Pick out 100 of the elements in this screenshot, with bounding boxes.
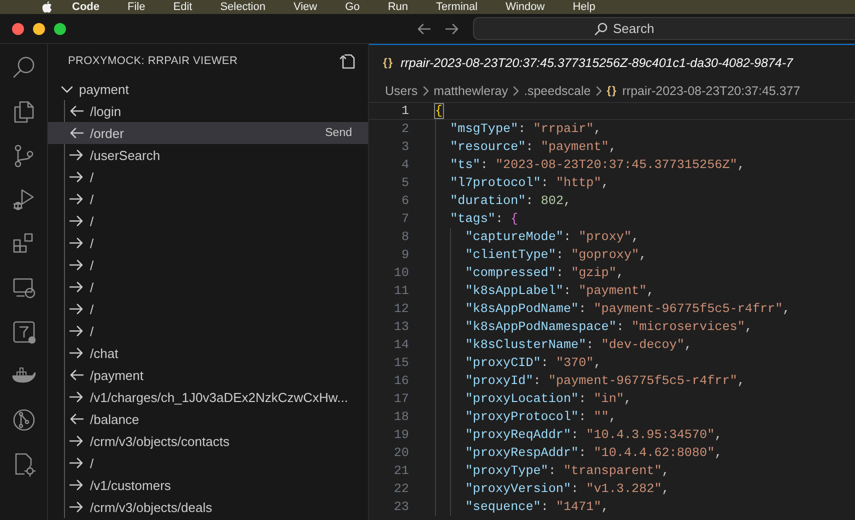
code-line: {: [434, 103, 444, 120]
tree-item[interactable]: /order Send: [48, 122, 368, 144]
breadcrumb-item[interactable]: Users: [385, 84, 418, 98]
line-number: 12: [392, 302, 409, 316]
minimize-button[interactable]: [33, 22, 45, 34]
json-file-icon: {}: [383, 56, 394, 68]
tree-item[interactable]: /: [48, 452, 368, 474]
right-arrow-icon: [69, 456, 84, 470]
activity-button[interactable]: [10, 319, 36, 345]
right-arrow-icon: [69, 280, 84, 294]
right-arrow-icon: [69, 346, 84, 360]
line-number: 18: [392, 410, 409, 424]
tree-item[interactable]: /: [48, 210, 368, 232]
left-arrow-icon: [69, 126, 84, 140]
line-number: 13: [392, 320, 409, 334]
line-number: 11: [392, 284, 409, 298]
menu-item[interactable]: View: [279, 0, 332, 14]
line-number: 21: [392, 464, 409, 478]
editor-tab[interactable]: {} rrpair-2023-08-23T20:37:45.377315256Z-89c401c1-da30-4082-9874-7: [369, 44, 855, 80]
back-arrow-icon: [417, 22, 432, 36]
tree-item[interactable]: /payment: [48, 364, 368, 386]
line-number: 17: [392, 392, 409, 406]
line-number: 22: [392, 482, 409, 496]
right-arrow-icon: [69, 192, 84, 206]
chevron-right-icon: [594, 85, 604, 97]
send-button[interactable]: Send: [325, 127, 352, 139]
left-arrow-icon: [69, 412, 84, 426]
tree-item[interactable]: /: [48, 298, 368, 320]
tree-item[interactable]: /balance: [48, 408, 368, 430]
search-field[interactable]: Search: [473, 17, 855, 40]
right-arrow-icon: [69, 214, 84, 228]
menu-item[interactable]: Run: [374, 0, 422, 14]
breadcrumb-item[interactable]: {} rrpair-2023-08-23T20:37:45.377: [606, 84, 800, 98]
line-number: 7: [400, 212, 409, 226]
line-number: 5: [400, 176, 409, 190]
right-arrow-icon: [69, 258, 84, 272]
right-arrow-icon: [69, 500, 84, 514]
tree-item[interactable]: /v1/customers: [48, 474, 368, 496]
tree-item[interactable]: /: [48, 188, 368, 210]
line-number: 3: [400, 140, 409, 154]
right-arrow-icon: [69, 236, 84, 250]
line-number: 9: [400, 248, 409, 262]
tree-square-icon: [10, 319, 36, 345]
line-number: 15: [392, 356, 409, 370]
menu-item[interactable]: Terminal: [422, 0, 492, 14]
left-arrow-icon: [69, 104, 84, 118]
back-button[interactable]: [417, 22, 432, 36]
right-arrow-icon: [69, 324, 84, 338]
tree-item[interactable]: /login: [48, 100, 368, 122]
run-debug-icon: [10, 187, 36, 213]
line-number: 20: [392, 446, 409, 460]
activity-button[interactable]: [10, 407, 36, 433]
tree-item[interactable]: /v1/charges/ch_1J0v3aDEx2NzkCzwCxHw...: [48, 386, 368, 408]
chevron-right-icon: [511, 85, 521, 97]
document-button[interactable]: [339, 52, 356, 70]
line-number: 10: [392, 266, 409, 280]
tree-item[interactable]: /: [48, 232, 368, 254]
line-number: 8: [400, 230, 409, 244]
right-arrow-icon: [69, 302, 84, 316]
right-arrow-icon: [69, 148, 84, 162]
tree-item[interactable]: /chat: [48, 342, 368, 364]
line-number: 16: [392, 374, 409, 388]
line-number: 2: [400, 122, 409, 136]
breadcrumb-item[interactable]: matthewleray: [434, 84, 508, 98]
right-arrow-icon: [69, 390, 84, 404]
tree-item[interactable]: /crm/v3/objects/deals: [48, 496, 368, 518]
tree-item[interactable]: /: [48, 320, 368, 342]
forward-arrow-icon: [444, 22, 459, 36]
tree-item[interactable]: /crm/v3/objects/contacts: [48, 430, 368, 452]
menu-item[interactable]: Selection: [206, 0, 280, 14]
chevron-right-icon: [420, 85, 431, 97]
breadcrumb-item[interactable]: .speedscale: [524, 84, 591, 98]
document-icon: [339, 52, 356, 70]
close-button[interactable]: [12, 22, 24, 34]
search-icon: [594, 22, 608, 36]
activity-button[interactable]: [10, 187, 36, 213]
tree-item[interactable]: /: [48, 166, 368, 188]
line-number: 14: [392, 338, 409, 352]
tree-item[interactable]: /userSearch: [48, 144, 368, 166]
maximize-button[interactable]: [54, 22, 66, 34]
tree-item[interactable]: payment: [48, 78, 368, 100]
menu-item[interactable]: Window: [492, 0, 559, 14]
line-number: 4: [400, 158, 409, 172]
apple-icon[interactable]: [42, 1, 52, 13]
right-arrow-icon: [69, 478, 84, 492]
menu-item[interactable]: Edit: [159, 0, 206, 14]
graph-circle-icon: [10, 407, 36, 433]
tree-item[interactable]: /: [48, 276, 368, 298]
forward-button[interactable]: [444, 22, 459, 36]
line-number: 6: [400, 194, 409, 208]
right-arrow-icon: [69, 434, 84, 448]
menu-item[interactable]: File: [114, 0, 160, 14]
line-number: 19: [392, 428, 409, 442]
sidebar-title: PROXYMOCK: RRPAIR VIEWER: [68, 55, 238, 67]
menu-item[interactable]: Code: [58, 0, 114, 14]
menu-item[interactable]: Go: [331, 0, 374, 14]
left-arrow-icon: [69, 368, 84, 382]
menu-item[interactable]: Help: [558, 0, 610, 14]
line-number: 1: [400, 104, 409, 118]
tree-item[interactable]: /: [48, 254, 368, 276]
